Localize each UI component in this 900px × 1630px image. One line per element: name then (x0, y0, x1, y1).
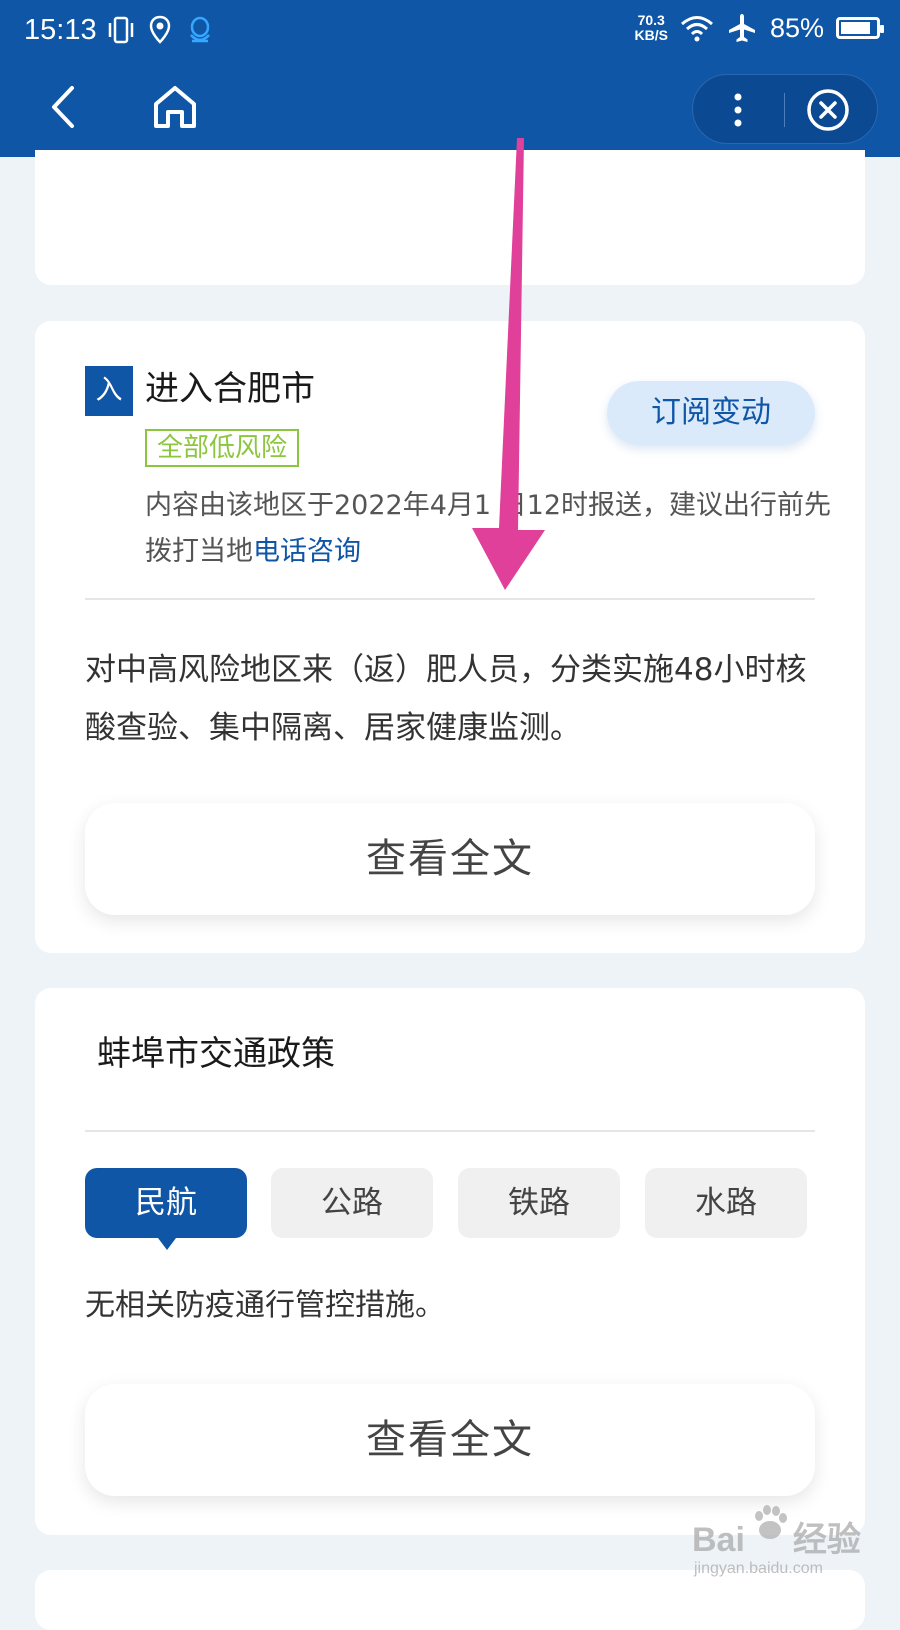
location-icon (149, 15, 171, 44)
risk-level-tag: 全部低风险 (145, 429, 300, 467)
home-icon[interactable] (150, 82, 200, 132)
divider (85, 1130, 815, 1132)
network-speed: 70.3 KB/S (634, 12, 668, 43)
mini-program-capsule (692, 74, 878, 144)
card-title: 进入合肥市 (145, 369, 315, 409)
tab-civil-aviation[interactable]: 民航 (85, 1168, 247, 1250)
entry-badge: 入 (85, 366, 133, 416)
baidu-jingyan-watermark: Bai 经验 jingyan.baidu.com (686, 1500, 886, 1590)
report-notice: 内容由该地区于2022年4月1 日12时报送，建议出行前先拨打当地电话咨询 (145, 490, 832, 567)
previous-card (35, 150, 865, 285)
card-title: 蚌埠市交通政策 (97, 1034, 335, 1074)
tab-waterway[interactable]: 水路 (645, 1168, 807, 1238)
view-full-text-button[interactable]: 查看全文 (85, 1384, 815, 1496)
policy-summary: 对中高风险地区来（返）肥人员，分类实施48小时核酸查验、集中隔离、居家健康监测。 (85, 652, 807, 746)
hefei-entry-card: 入 进入合肥市 全部低风险 订阅变动 内容由该地区于2022年4月1 日12时报… (35, 321, 865, 953)
subscribe-changes-button[interactable]: 订阅变动 (607, 381, 815, 445)
transport-tabs: 民航 公路 铁路 水路 (85, 1168, 815, 1250)
tab-highway[interactable]: 公路 (271, 1168, 433, 1238)
tab-content-text: 无相关防疫通行管控措施。 (85, 1288, 445, 1323)
capsule-divider (784, 93, 785, 127)
divider (85, 598, 815, 600)
battery-icon (836, 17, 884, 39)
phone-consult-link[interactable]: 电话咨询 (253, 536, 361, 567)
bengbu-traffic-card: 蚌埠市交通政策 民航 公路 铁路 水路 无相关防疫通行管控措施。 查看全文 (35, 988, 865, 1535)
back-arrow-icon[interactable] (40, 82, 90, 132)
airplane-icon (728, 14, 755, 42)
view-full-text-button[interactable]: 查看全文 (85, 803, 815, 915)
status-time: 15:13 (24, 14, 97, 46)
wifi-icon (680, 16, 713, 42)
app-header: 15:13 70.3 KB/S 85% (0, 0, 900, 157)
tab-railway[interactable]: 铁路 (458, 1168, 620, 1238)
more-vertical-icon[interactable] (715, 87, 761, 133)
qq-icon (190, 16, 210, 43)
battery-percent: 85% (769, 12, 824, 43)
close-circle-icon[interactable] (805, 87, 851, 133)
status-bar: 15:13 70.3 KB/S 85% (0, 0, 900, 64)
vibrate-icon (108, 16, 134, 44)
